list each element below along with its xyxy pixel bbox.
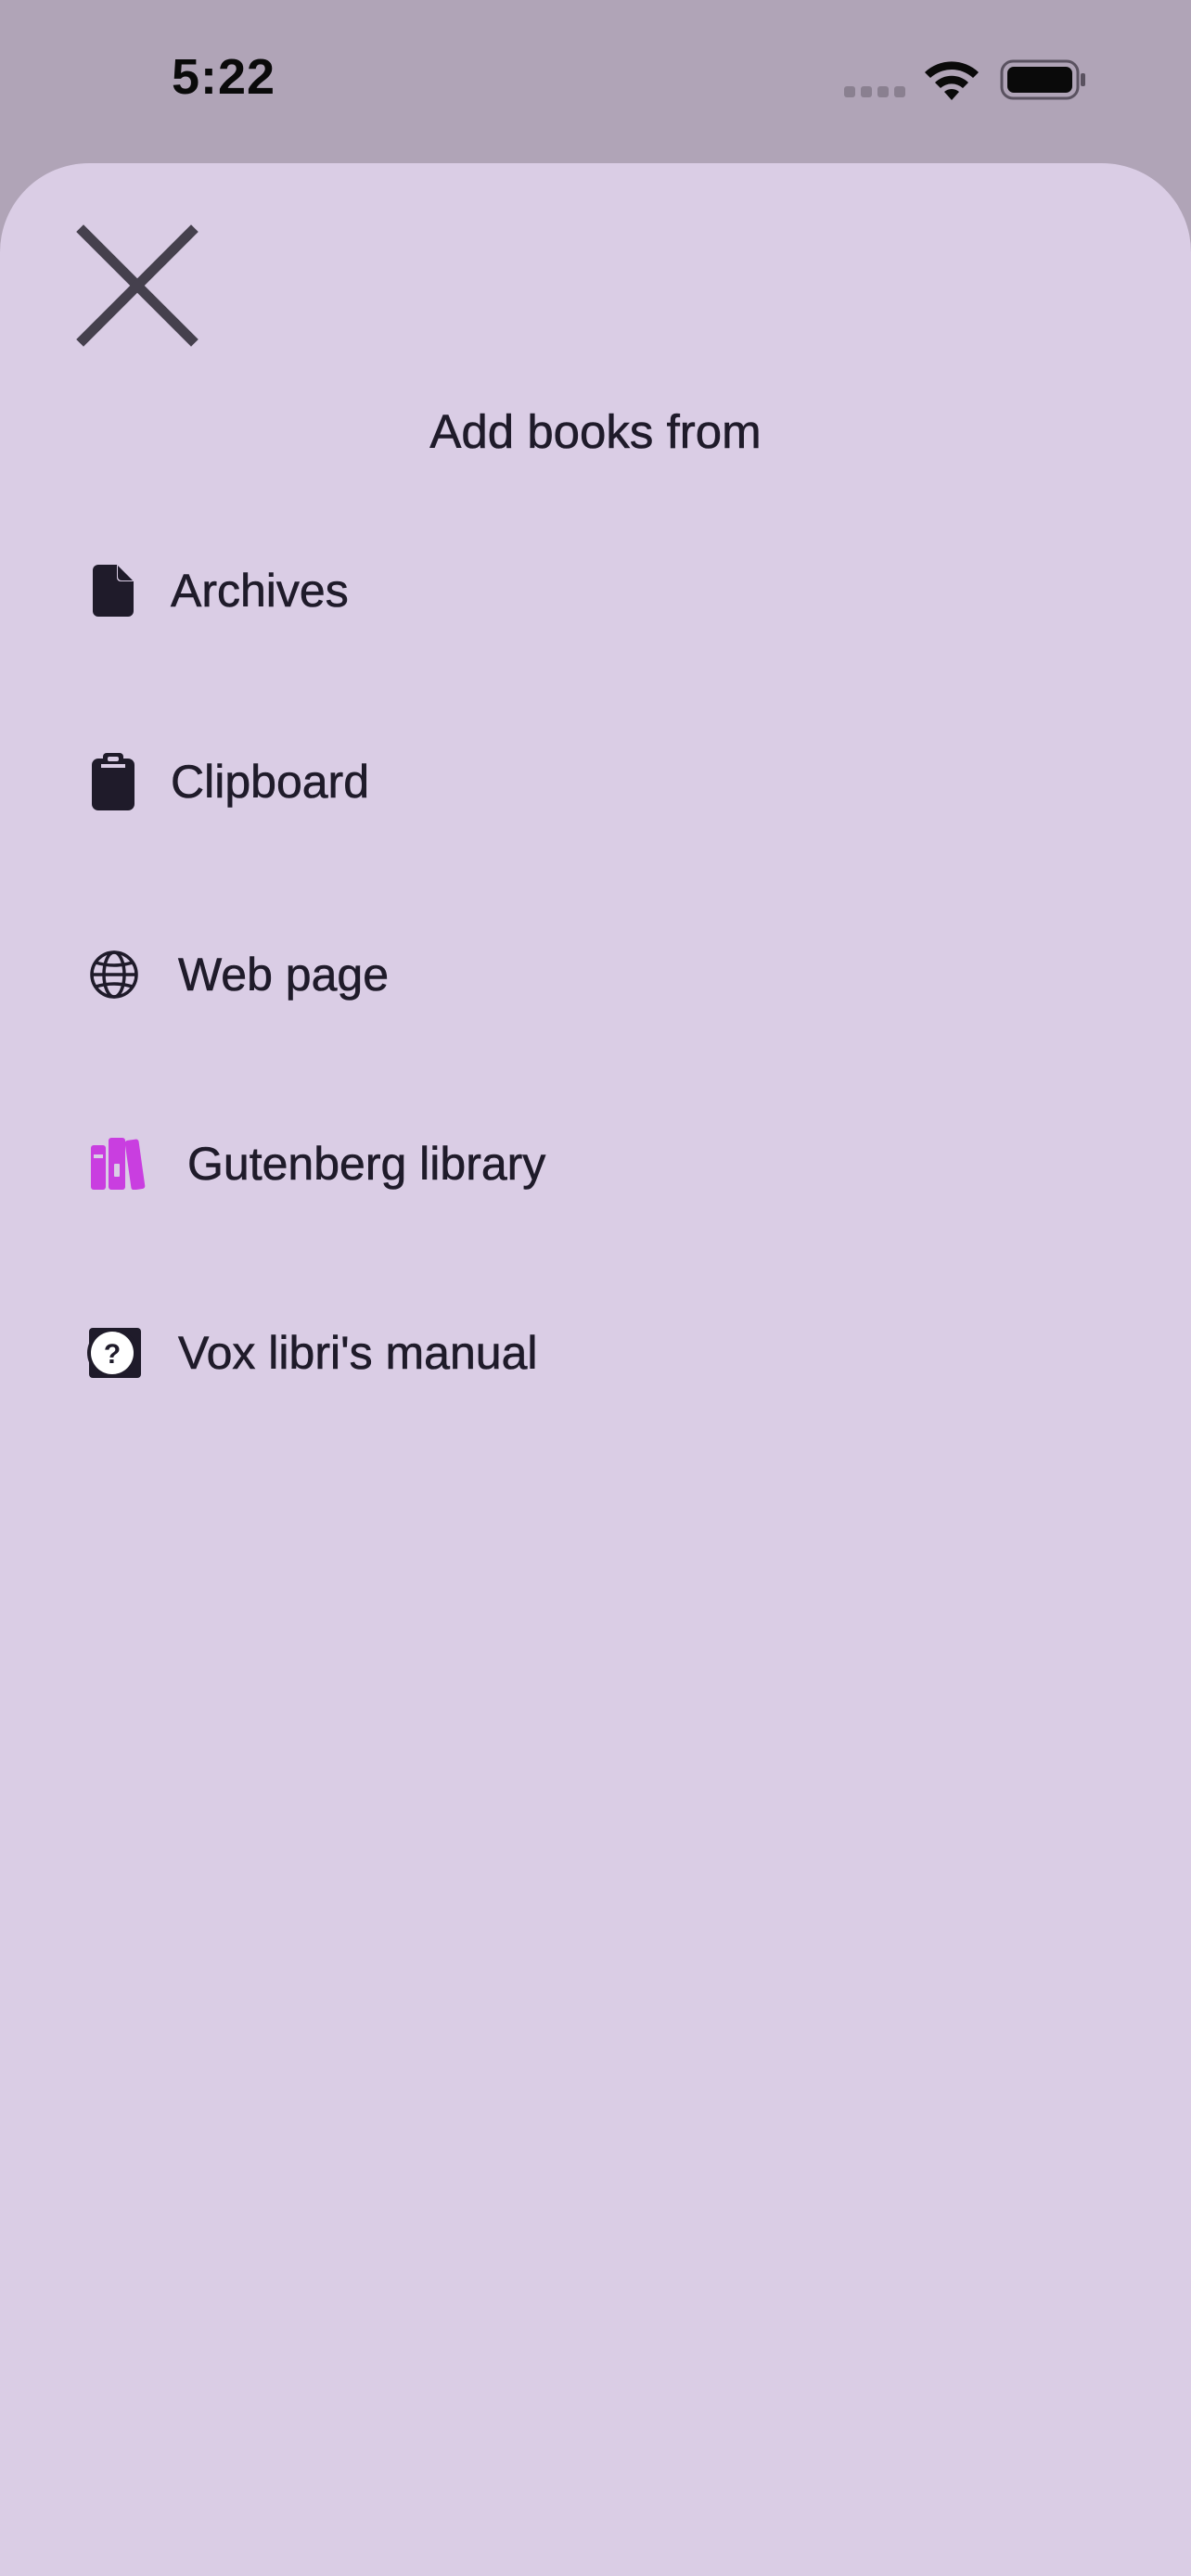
svg-text:?: ?	[104, 1339, 121, 1370]
status-bar: 5:22	[0, 0, 1191, 163]
menu-item-web-page[interactable]: Web page	[74, 914, 1113, 1035]
document-icon	[91, 565, 135, 617]
help-icon: ?	[87, 1326, 143, 1380]
close-icon	[76, 224, 198, 347]
menu-item-clipboard[interactable]: Clipboard	[74, 721, 1113, 842]
menu-item-manual[interactable]: ? Vox libri's manual	[74, 1293, 1113, 1413]
menu-item-gutenberg-library[interactable]: Gutenberg library	[74, 1103, 1113, 1224]
menu-item-label: Gutenberg library	[187, 1138, 546, 1191]
globe-icon	[89, 950, 139, 1000]
menu-item-label: Vox libri's manual	[178, 1327, 538, 1380]
books-icon	[91, 1138, 148, 1190]
clipboard-icon	[91, 753, 135, 810]
add-books-sheet: Add books from Archives Clipboard Web pa…	[0, 163, 1191, 2576]
status-time: 5:22	[172, 49, 276, 105]
menu-item-label: Clipboard	[171, 756, 370, 809]
battery-icon	[1000, 59, 1085, 100]
close-button[interactable]	[76, 224, 198, 347]
menu-item-label: Archives	[171, 565, 349, 618]
wifi-icon	[925, 61, 979, 100]
cellular-signal-icon	[844, 86, 905, 97]
menu-item-archives[interactable]: Archives	[74, 530, 1113, 651]
sheet-title: Add books from	[429, 405, 762, 459]
menu-item-label: Web page	[178, 949, 390, 1001]
